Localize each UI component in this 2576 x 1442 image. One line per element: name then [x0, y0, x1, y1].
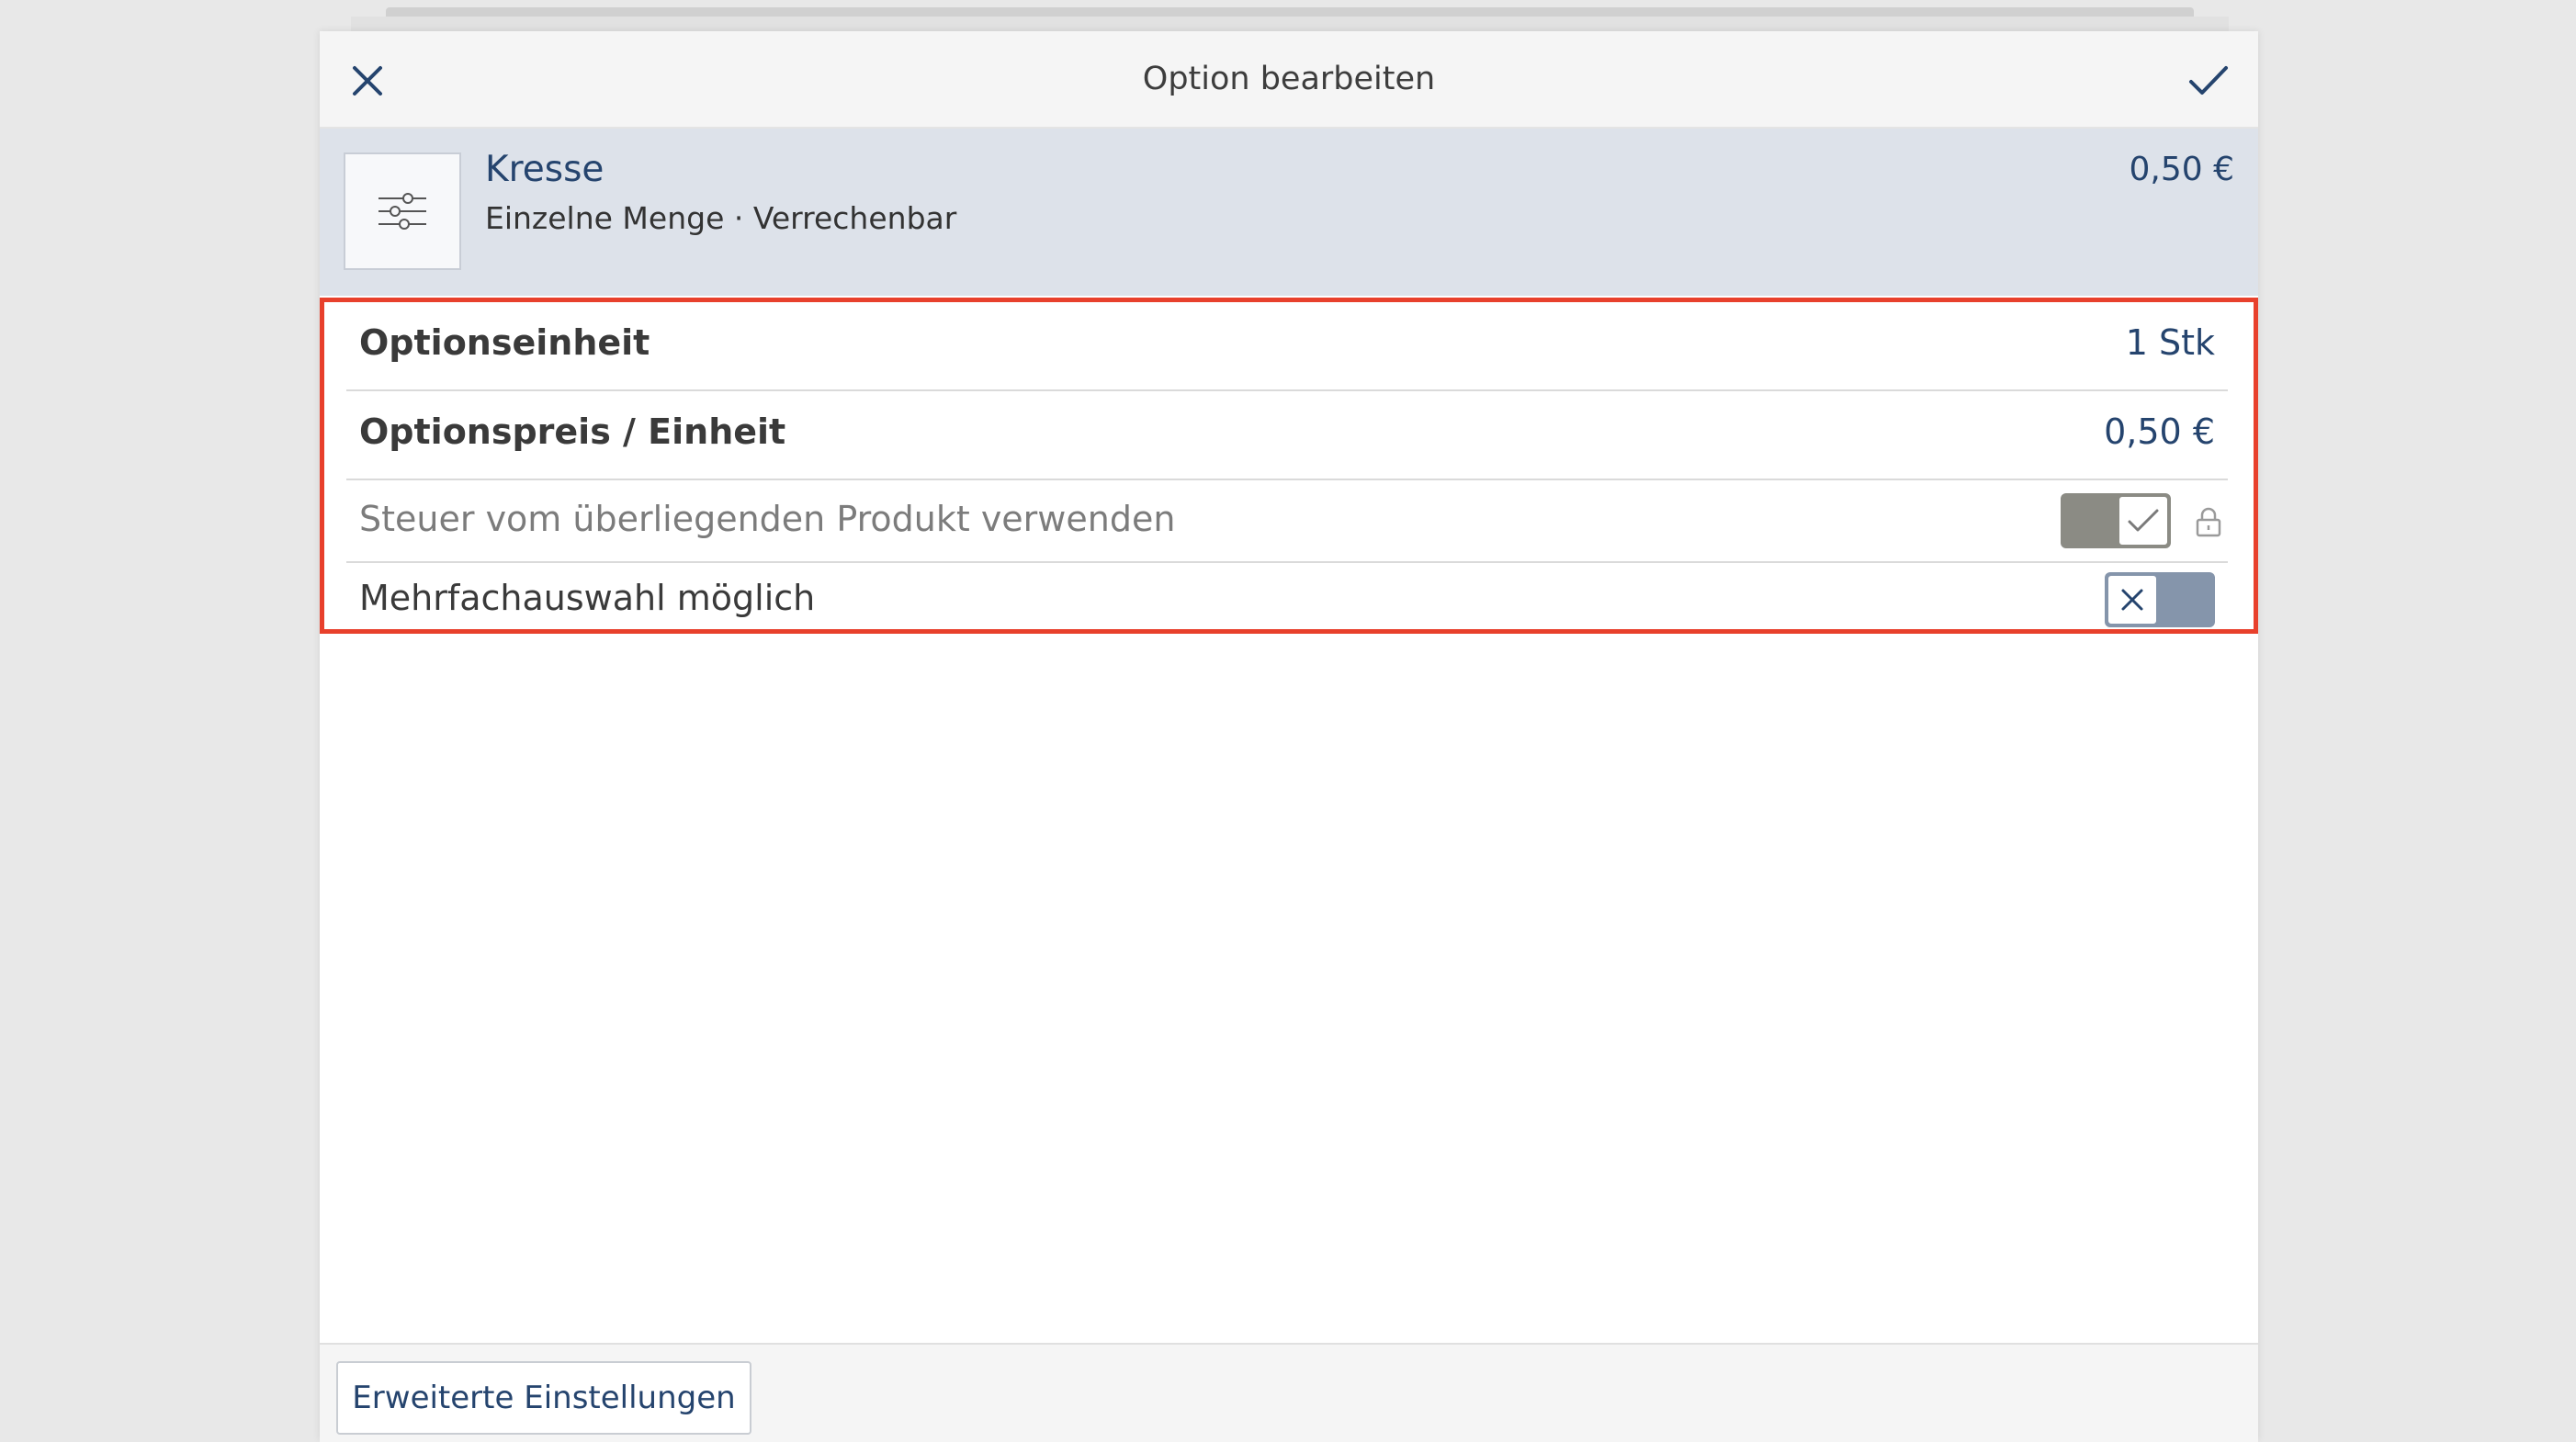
tax-toggle[interactable]	[2061, 493, 2171, 548]
tax-label: Steuer vom überliegenden Produkt verwend…	[359, 499, 1176, 539]
unit-row[interactable]: Optionseinheit 1 Stk	[346, 302, 2228, 391]
lock-icon	[2196, 507, 2221, 537]
option-settings: Optionseinheit 1 Stk Optionspreis / Einh…	[320, 298, 2258, 634]
checkmark-icon	[2128, 509, 2159, 532]
sliders-icon	[378, 193, 426, 230]
toggle-knob	[2107, 574, 2158, 625]
product-name: Kresse	[485, 149, 604, 190]
background-sheet-2	[351, 17, 2229, 31]
product-summary: Kresse Einzelne Menge · Verrechenbar 0,5…	[320, 129, 2258, 296]
price-row[interactable]: Optionspreis / Einheit 0,50 €	[346, 391, 2228, 480]
multi-select-toggle[interactable]	[2105, 572, 2215, 627]
unit-value[interactable]: 1 Stk	[2126, 322, 2215, 363]
price-value[interactable]: 0,50 €	[2104, 411, 2215, 452]
toggle-knob	[2118, 495, 2169, 546]
tax-row: Steuer vom überliegenden Produkt verwend…	[346, 480, 2228, 563]
option-edit-dialog: Option bearbeiten Kresse Einzelne Menge …	[320, 31, 2258, 1442]
multi-select-row: Mehrfachauswahl möglich	[346, 563, 2228, 634]
dialog-title: Option bearbeiten	[1142, 61, 1436, 97]
product-meta: Einzelne Menge · Verrechenbar	[485, 200, 957, 236]
confirm-button[interactable]	[2179, 51, 2238, 110]
close-icon	[2121, 589, 2143, 611]
dialog-footer: Erweiterte Einstellungen	[320, 1343, 2258, 1442]
unit-label: Optionseinheit	[359, 322, 650, 363]
advanced-settings-button[interactable]: Erweiterte Einstellungen	[336, 1361, 751, 1435]
product-thumbnail	[344, 152, 461, 270]
price-label: Optionspreis / Einheit	[359, 411, 786, 452]
dialog-header: Option bearbeiten	[320, 31, 2258, 129]
product-price: 0,50 €	[2129, 151, 2234, 188]
checkmark-icon	[2189, 66, 2228, 95]
multi-select-label: Mehrfachauswahl möglich	[359, 578, 816, 618]
